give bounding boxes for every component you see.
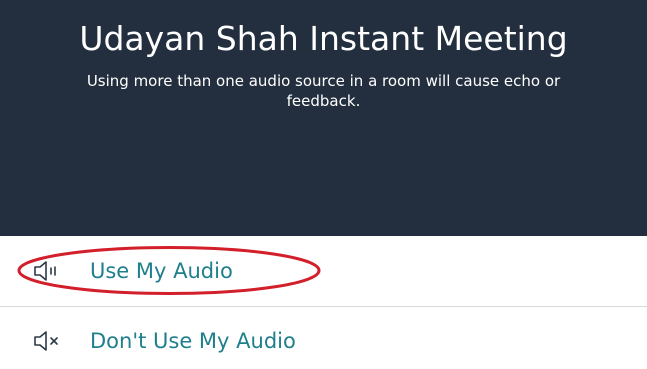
dont-use-my-audio-option[interactable]: Don't Use My Audio [0,313,647,369]
speaker-muted-icon [34,331,58,351]
speaker-icon [34,261,56,281]
audio-warning-text: Using more than one audio source in a ro… [86,72,561,110]
use-my-audio-option[interactable]: Use My Audio [0,243,647,299]
dont-use-my-audio-label: Don't Use My Audio [90,329,296,353]
divider [0,306,647,307]
meeting-title: Udayan Shah Instant Meeting [79,19,568,58]
use-my-audio-label: Use My Audio [90,259,233,283]
meeting-header: Udayan Shah Instant Meeting Using more t… [0,0,647,236]
